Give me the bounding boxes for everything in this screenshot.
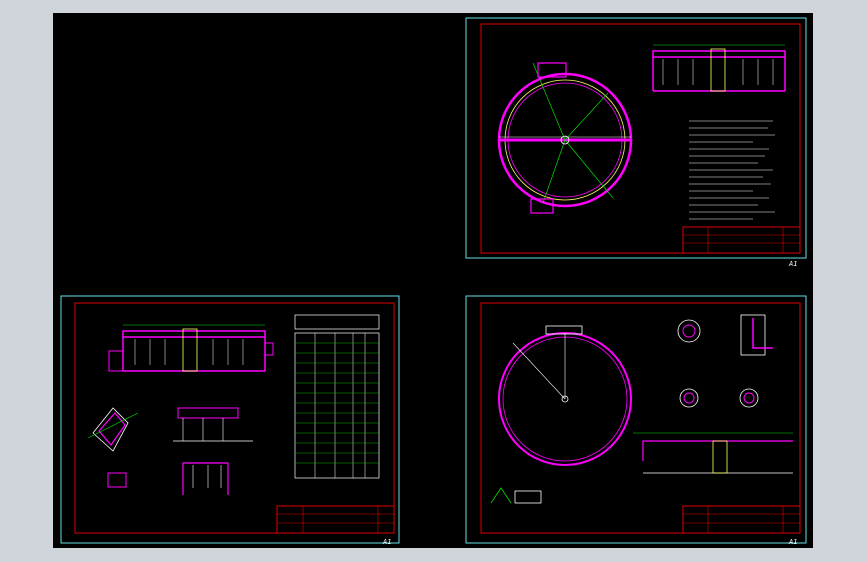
pipe-elevation	[490, 432, 793, 504]
pipe-details	[677, 314, 773, 408]
sheet-top-right[interactable]: A1	[465, 17, 807, 268]
tank-plan-view	[497, 62, 633, 214]
sheet-bottom-right[interactable]: A1	[465, 295, 807, 546]
sheet-label: A1	[788, 260, 797, 268]
model-space-canvas[interactable]: A1 A1 A1	[53, 13, 813, 548]
sheet-label: A1	[382, 538, 391, 546]
drawing-svg: A1 A1 A1	[60, 17, 807, 546]
drawing-frame	[480, 302, 801, 534]
title-block	[276, 505, 395, 534]
notes-block	[689, 120, 775, 220]
material-table	[294, 314, 380, 479]
foundation-plan-view	[498, 325, 632, 466]
title-block	[682, 226, 801, 254]
cad-viewer: A1 A1 A1	[0, 0, 867, 562]
detail-views	[87, 407, 253, 495]
tank-section-view	[652, 44, 786, 92]
title-block	[682, 505, 801, 534]
section-elevation	[108, 324, 274, 372]
sheet-label: A1	[788, 538, 797, 546]
sheet-border	[465, 17, 807, 259]
sheet-bottom-left[interactable]: A1	[60, 295, 400, 546]
